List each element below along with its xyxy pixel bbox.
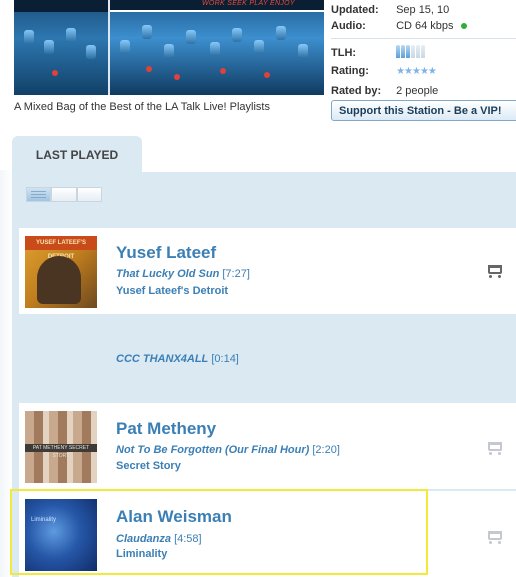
banner-divider-line <box>110 10 324 12</box>
console-knob <box>232 28 242 42</box>
meta-updated-value: Sep 15, 10 <box>396 4 450 16</box>
meta-rating: Rating: ★★★★★ <box>331 65 437 77</box>
album-cover[interactable]: Liminality <box>25 499 97 571</box>
console-knob <box>120 40 130 54</box>
console-led <box>146 66 152 72</box>
meta-rating-label: Rating: <box>331 65 369 77</box>
album-cover-text: YUSEF LATEEF'S DETROIT <box>25 236 97 260</box>
page-edge-shadow <box>0 170 12 577</box>
track-artist[interactable]: Yusef Lateef <box>116 243 216 263</box>
compact-view-icon[interactable] <box>76 187 102 202</box>
meta-tlh-label: TLH: <box>331 46 357 59</box>
console-knob <box>164 44 174 58</box>
track-album[interactable]: Secret Story <box>116 460 181 472</box>
track-artist[interactable]: Alan Weisman <box>116 507 232 527</box>
album-cover-portrait <box>37 256 81 304</box>
meta-audio: Audio: CD 64 kbps <box>331 20 467 32</box>
meta-tlh: TLH: <box>331 45 426 61</box>
console-knob <box>254 40 264 54</box>
station-banner[interactable]: WORK SEEK PLAY ENJOY <box>14 0 324 95</box>
console-knob <box>276 26 286 40</box>
console-knob <box>86 45 96 59</box>
tab-last-played[interactable]: LAST PLAYED <box>12 136 142 174</box>
tlh-meter-icon <box>396 45 426 61</box>
meta-updated-label: Updated: <box>331 4 379 16</box>
track-duration: [0:14] <box>211 353 239 365</box>
list-view-icon[interactable] <box>26 187 52 202</box>
track-duration: [4:58] <box>174 533 202 545</box>
track-song: Not To Be Forgotten (Our Final Hour) [2:… <box>116 444 340 456</box>
console-knob <box>24 30 34 44</box>
banner-tagline: WORK SEEK PLAY ENJOY <box>202 0 295 7</box>
meta-updated: Updated: Sep 15, 10 <box>331 4 449 16</box>
console-knob <box>298 44 308 58</box>
vip-support-button[interactable]: Support this Station - Be a VIP! <box>331 100 516 121</box>
console-knob <box>44 40 54 54</box>
track-row[interactable]: YUSEF LATEEF'S DETROIT Yusef Lateef That… <box>19 228 516 314</box>
console-led <box>174 74 180 80</box>
track-row[interactable]: CCC THANX4ALL [0:14] <box>19 316 516 402</box>
console-led <box>52 70 58 76</box>
album-cover[interactable]: PAT METHENY SECRET STORY <box>25 411 97 483</box>
meta-rated-by: Rated by: 2 people <box>331 85 438 97</box>
album-cover-text: PAT METHENY SECRET STORY <box>25 444 97 459</box>
meta-audio-label: Audio: <box>331 20 366 32</box>
console-led <box>220 68 226 74</box>
track-title[interactable]: Claudanza <box>116 533 171 545</box>
track-song: Claudanza [4:58] <box>116 533 202 545</box>
meta-divider <box>331 38 516 39</box>
track-song: That Lucky Old Sun [7:27] <box>116 268 250 280</box>
cart-icon[interactable] <box>488 531 502 544</box>
track-duration: [7:27] <box>222 268 250 280</box>
console-knob <box>142 25 152 39</box>
station-caption: A Mixed Bag of the Best of the LA Talk L… <box>14 101 270 113</box>
track-row[interactable]: PAT METHENY SECRET STORY Pat Metheny Not… <box>19 403 516 489</box>
console-knob <box>210 42 220 56</box>
grid-view-icon[interactable] <box>51 187 77 202</box>
view-toggle <box>26 187 102 202</box>
meta-audio-value: CD 64 kbps <box>396 20 454 32</box>
console-led <box>264 72 270 78</box>
album-cover[interactable]: YUSEF LATEEF'S DETROIT <box>25 236 97 308</box>
console-knob <box>186 30 196 44</box>
online-status-icon <box>460 23 467 30</box>
cart-icon[interactable] <box>488 442 502 455</box>
cart-icon[interactable] <box>488 265 502 278</box>
banner-divider <box>108 0 110 95</box>
track-album[interactable]: Yusef Lateef's Detroit <box>116 285 228 297</box>
track-title[interactable]: Not To Be Forgotten (Our Final Hour) <box>116 444 309 456</box>
console-knob <box>66 28 76 42</box>
rating-stars-icon[interactable]: ★★★★★ <box>396 66 437 77</box>
track-duration: [2:20] <box>312 444 340 456</box>
track-artist[interactable]: Pat Metheny <box>116 419 216 439</box>
track-row-selected[interactable]: Liminality Alan Weisman Claudanza [4:58]… <box>19 491 516 577</box>
meta-rated-by-value: 2 people <box>396 85 439 97</box>
album-cover-text: Liminality <box>31 517 57 523</box>
track-album[interactable]: Liminality <box>116 548 167 560</box>
track-song: CCC THANX4ALL [0:14] <box>116 353 239 365</box>
track-title[interactable]: That Lucky Old Sun <box>116 268 219 280</box>
meta-rated-by-label: Rated by: <box>331 85 382 97</box>
track-title[interactable]: CCC THANX4ALL <box>116 353 208 365</box>
